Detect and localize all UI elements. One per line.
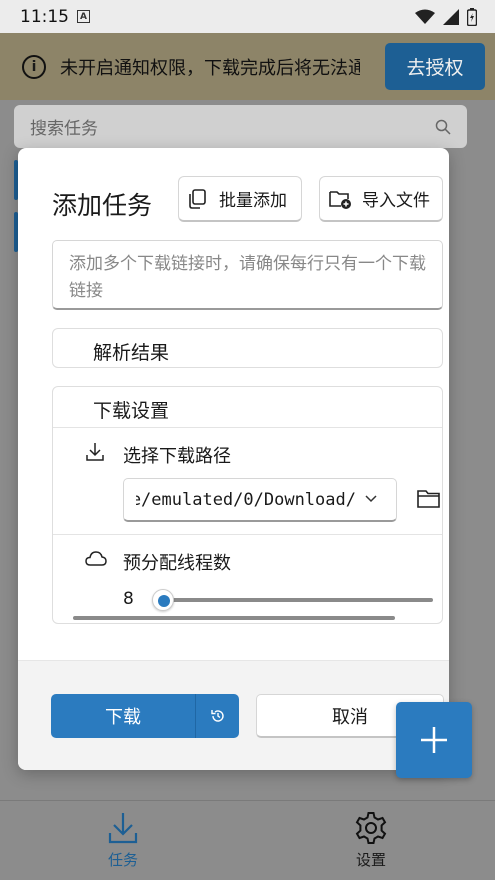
download-icon: [86, 443, 104, 461]
folder-icon[interactable]: [417, 488, 441, 510]
plus-icon: [421, 727, 447, 753]
divider: [53, 534, 442, 535]
import-file-button[interactable]: 导入文件: [319, 176, 443, 222]
signal-icon: [443, 8, 459, 25]
thread-count-value: 8: [123, 589, 134, 609]
batch-add-label: 批量添加: [219, 191, 287, 211]
parse-result-title: 解析结果: [93, 342, 170, 364]
schedule-download-button[interactable]: [196, 708, 239, 724]
cloud-icon: [85, 551, 107, 566]
nav-tasks-label: 任务: [107, 851, 138, 869]
download-settings-title: 下载设置: [93, 400, 170, 422]
nav-settings[interactable]: 设置: [331, 811, 411, 870]
nav-tasks[interactable]: 任务: [83, 811, 163, 870]
download-settings-section: 下载设置 选择下载路径 /storage/emulated/0/Download…: [52, 386, 443, 624]
download-button-label: 下载: [105, 707, 141, 728]
add-task-dialog: 添加任务 批量添加 导入文件 添加多个下载链接时，请确保每行只有一个下载链接 解…: [18, 148, 449, 770]
status-indicator: A: [77, 10, 90, 23]
add-task-fab[interactable]: [396, 702, 472, 778]
divider: [53, 427, 442, 428]
download-path-label: 选择下载路径: [123, 446, 231, 467]
thread-count-slider[interactable]: [163, 598, 433, 602]
download-icon: [108, 813, 138, 844]
grant-permission-button[interactable]: 去授权: [385, 43, 485, 90]
notification-banner: i 未开启通知权限，下载完成后将无法通知您 去授权: [0, 33, 495, 100]
import-file-label: 导入文件: [362, 191, 430, 211]
thread-count-label: 预分配线程数: [123, 553, 231, 574]
wifi-icon: [415, 9, 435, 24]
nav-settings-label: 设置: [355, 851, 386, 869]
download-links-input[interactable]: 添加多个下载链接时，请确保每行只有一个下载链接: [52, 240, 443, 310]
slider-thumb[interactable]: [152, 589, 174, 611]
search-icon[interactable]: [435, 119, 451, 135]
parse-result-section[interactable]: 解析结果: [52, 328, 443, 368]
search-input[interactable]: 搜索任务: [14, 105, 467, 148]
battery-icon: [467, 7, 477, 26]
horizontal-scrollbar[interactable]: [73, 616, 395, 620]
status-bar: 11:15 A: [0, 0, 495, 33]
notification-banner-text: 未开启通知权限，下载完成后将无法通知您: [60, 57, 360, 79]
bottom-navigation: 任务 设置: [0, 800, 495, 880]
status-time: 11:15: [20, 6, 69, 27]
folder-add-icon: [328, 188, 352, 210]
status-icons: [415, 7, 477, 26]
dialog-footer: 下载 取消: [18, 660, 449, 770]
info-icon: i: [22, 54, 46, 79]
download-path-value: /storage/emulated/0/Download: [136, 489, 356, 510]
dialog-title: 添加任务: [52, 191, 153, 220]
copy-icon: [187, 188, 207, 209]
batch-add-button[interactable]: 批量添加: [178, 176, 302, 222]
search-placeholder: 搜索任务: [30, 119, 98, 139]
download-button[interactable]: 下载: [51, 694, 239, 738]
clock-history-icon: [210, 710, 224, 722]
download-path-select[interactable]: /storage/emulated/0/Download: [123, 478, 397, 522]
gear-icon: [355, 812, 387, 844]
chevron-down-icon: [365, 495, 377, 503]
